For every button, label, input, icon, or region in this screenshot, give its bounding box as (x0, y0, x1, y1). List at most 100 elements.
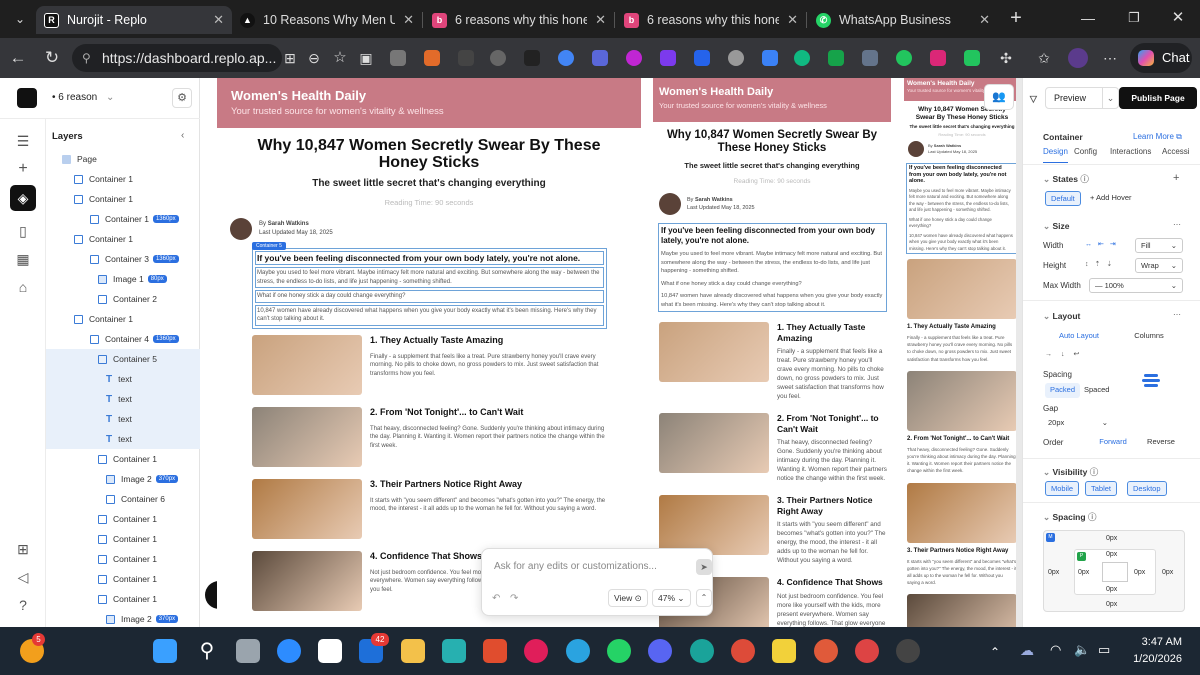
extension-t-icon[interactable] (964, 50, 980, 66)
add-state-icon[interactable]: + (1173, 172, 1179, 184)
back-icon[interactable]: ← (6, 46, 30, 70)
install-app-icon[interactable]: ⊞ (278, 46, 302, 70)
intro-paragraph-1[interactable]: Maybe you used to feel more vibrant. May… (909, 188, 1014, 214)
intro-paragraph-2[interactable]: What if one honey stick a day could chan… (909, 217, 1014, 230)
visibility-tablet-toggle[interactable]: Tablet (1085, 481, 1118, 496)
layer-row[interactable]: Container 1 (46, 549, 200, 569)
margin-top-value[interactable]: 0px (1106, 535, 1117, 542)
columns-tab[interactable]: Columns (1115, 329, 1183, 344)
layers-icon[interactable]: ◈ (10, 185, 36, 211)
intro-paragraph-3[interactable]: 10,847 women have already discovered wha… (661, 292, 884, 309)
extensions-puzzle-icon[interactable]: ✣ (994, 46, 1018, 70)
ai-chat-box[interactable]: Ask for any edits or customizations... ➤… (481, 548, 713, 616)
extension-u-icon[interactable] (930, 50, 946, 66)
snipping-tool-icon[interactable] (442, 639, 466, 663)
telegram-icon[interactable] (566, 639, 590, 663)
layer-row[interactable]: Container 4 1360px (46, 329, 200, 349)
margin-right-value[interactable]: 0px (1162, 569, 1173, 576)
page-selector[interactable]: • 6 reason ⌄ (52, 92, 114, 103)
extension-sync-icon[interactable] (794, 50, 810, 66)
send-icon[interactable]: ➤ (696, 559, 712, 575)
settings-gear-icon[interactable]: ⚙ (172, 88, 192, 108)
layer-row[interactable]: Container 1 (46, 309, 200, 329)
extension-circles-icon[interactable] (626, 50, 642, 66)
intro-paragraph-1[interactable]: Maybe you used to feel more vibrant. May… (255, 267, 604, 288)
collapse-panel-icon[interactable]: ‹ (181, 130, 184, 141)
notion-icon[interactable] (318, 639, 342, 663)
chevron-down-icon[interactable]: ⌄ (1043, 174, 1050, 184)
zoom-select[interactable]: 47% ⌄ (652, 589, 691, 607)
close-tab-icon[interactable]: ✕ (213, 12, 224, 28)
intro-paragraph-3[interactable]: 10,847 women have already discovered wha… (909, 233, 1014, 253)
chevron-down-icon[interactable]: ⌄ (1043, 467, 1050, 477)
app-icon[interactable] (896, 639, 920, 663)
layer-row[interactable]: Container 2 (46, 289, 200, 309)
start-windows-icon[interactable] (153, 639, 177, 663)
canvas-mobile[interactable]: Women's Health Daily Your trusted source… (904, 78, 1020, 627)
feature-item[interactable]: 3. Their Partners Notice Right Away It st… (907, 482, 1017, 587)
tab-article-2[interactable]: b 6 reasons why this honey sti ✕ (424, 6, 614, 34)
chat-input[interactable]: Ask for any edits or customizations... (494, 561, 657, 572)
close-tab-icon[interactable]: ✕ (787, 12, 798, 28)
spacing-spaced-button[interactable]: Spaced (1079, 383, 1114, 398)
assets-image-icon[interactable]: ▦ (15, 251, 31, 267)
layer-row[interactable]: Image 2 370px (46, 609, 200, 629)
new-tab-button[interactable]: + (1004, 6, 1028, 30)
intro-paragraph-2[interactable]: What if one honey stick a day could chan… (661, 280, 884, 289)
close-tab-icon[interactable]: ✕ (403, 12, 414, 28)
spacing-packed-button[interactable]: Packed (1045, 383, 1081, 398)
layer-row[interactable]: Container 1 1360px (46, 209, 200, 229)
edge-icon[interactable] (690, 639, 714, 663)
layer-row[interactable]: Container 1 (46, 449, 200, 469)
extension-grid-icon[interactable] (762, 50, 778, 66)
visibility-mobile-toggle[interactable]: Mobile (1045, 481, 1080, 496)
padding-top-value[interactable]: 0px (1106, 551, 1117, 558)
tab-replo[interactable]: R Nurojit - Replo ✕ (36, 6, 232, 34)
layer-row[interactable]: Container 6 (46, 489, 200, 509)
extension-docs-icon[interactable] (694, 50, 710, 66)
intro-paragraph-1[interactable]: Maybe you used to feel more vibrant. May… (661, 250, 884, 276)
intro-paragraph-3[interactable]: 10,847 women have already discovered wha… (255, 304, 604, 326)
order-forward-button[interactable]: Forward (1093, 435, 1133, 450)
store-icon[interactable]: ⌂ (15, 279, 31, 295)
add-icon[interactable]: + (15, 161, 31, 177)
zoom-icon[interactable]: ⊖ (302, 46, 326, 70)
extension-download-icon[interactable] (828, 50, 844, 66)
intro-lead[interactable]: If you've been feeling disconnected from… (909, 165, 1014, 185)
extension-pen-icon[interactable] (424, 50, 440, 66)
extension-chrome-icon[interactable] (558, 50, 574, 66)
feature-item[interactable]: 1. They Actually Taste Amazing Finally - … (907, 259, 1017, 363)
layer-row[interactable]: Container 5 (46, 349, 200, 369)
visibility-desktop-toggle[interactable]: Desktop (1127, 481, 1167, 496)
reload-icon[interactable]: ↻ (40, 46, 64, 70)
view-menu-button[interactable]: View ⊙ (608, 589, 648, 607)
layer-row[interactable]: Ttext (46, 409, 200, 429)
search-icon[interactable]: ⚲ (195, 639, 219, 663)
clock-date[interactable]: 1/20/2026 (1120, 653, 1182, 665)
layer-row[interactable]: Container 1 (46, 529, 200, 549)
undo-icon[interactable]: ↶ (492, 593, 500, 604)
microsoft-store-icon[interactable] (483, 639, 507, 663)
extension-formula-icon[interactable] (458, 50, 474, 66)
chevron-down-icon[interactable]: ⌄ (1043, 512, 1050, 522)
intro-lead[interactable]: If you've been feeling disconnected from… (661, 226, 884, 246)
publish-button[interactable]: Publish Page (1119, 87, 1197, 109)
extension-camera-icon[interactable] (390, 50, 406, 66)
layer-row[interactable]: Container 1 (46, 229, 200, 249)
padding-bottom-value[interactable]: 0px (1106, 586, 1117, 593)
discord-icon[interactable] (648, 639, 672, 663)
inspector-tab[interactable]: Interactions (1110, 147, 1151, 156)
feature-item[interactable]: 1. They Actually Taste Amazing Finally - … (659, 322, 887, 401)
extension-tag-icon[interactable] (862, 50, 878, 66)
address-bar[interactable]: ⚲ https://dashboard.replo.ap... (72, 44, 282, 72)
redo-icon[interactable]: ↷ (510, 593, 518, 604)
task-view-icon[interactable] (236, 639, 260, 663)
chrome-profile-2-icon[interactable] (855, 639, 879, 663)
layer-row[interactable]: Container 1 (46, 569, 200, 589)
inspector-tab[interactable]: Design (1043, 147, 1068, 156)
tab-whatsapp[interactable]: ✆ WhatsApp Business ✕ (808, 6, 998, 34)
margin-left-value[interactable]: 0px (1048, 569, 1059, 576)
margin-bottom-value[interactable]: 0px (1106, 601, 1117, 608)
layer-row[interactable]: Container 1 (46, 169, 200, 189)
layer-row[interactable]: Image 2 370px (46, 469, 200, 489)
